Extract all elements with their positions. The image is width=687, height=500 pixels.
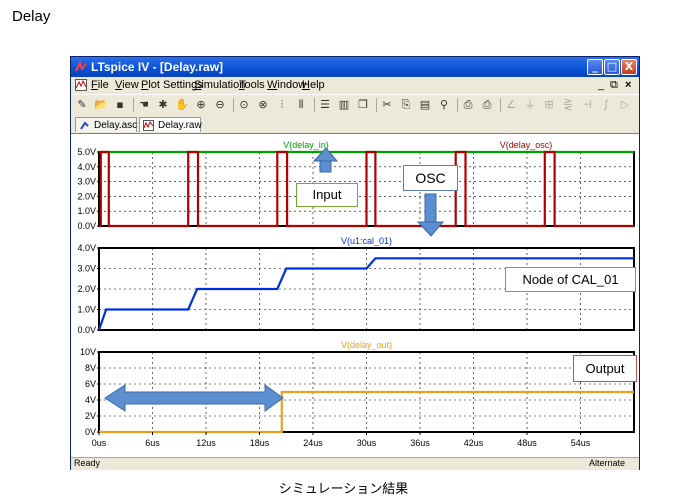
annotation-output: Output: [573, 355, 637, 382]
figure-caption: シミュレーション結果: [278, 482, 409, 497]
up-arrow-icon: [312, 147, 339, 173]
annotation-osc: OSC: [403, 165, 458, 191]
annotation-input: Input: [296, 183, 358, 207]
double-arrow-icon: [104, 384, 284, 412]
annotation-node-cal01: Node of CAL_01: [505, 267, 636, 292]
annotation-arrows: [104, 147, 445, 412]
down-arrow-icon: [416, 193, 445, 237]
